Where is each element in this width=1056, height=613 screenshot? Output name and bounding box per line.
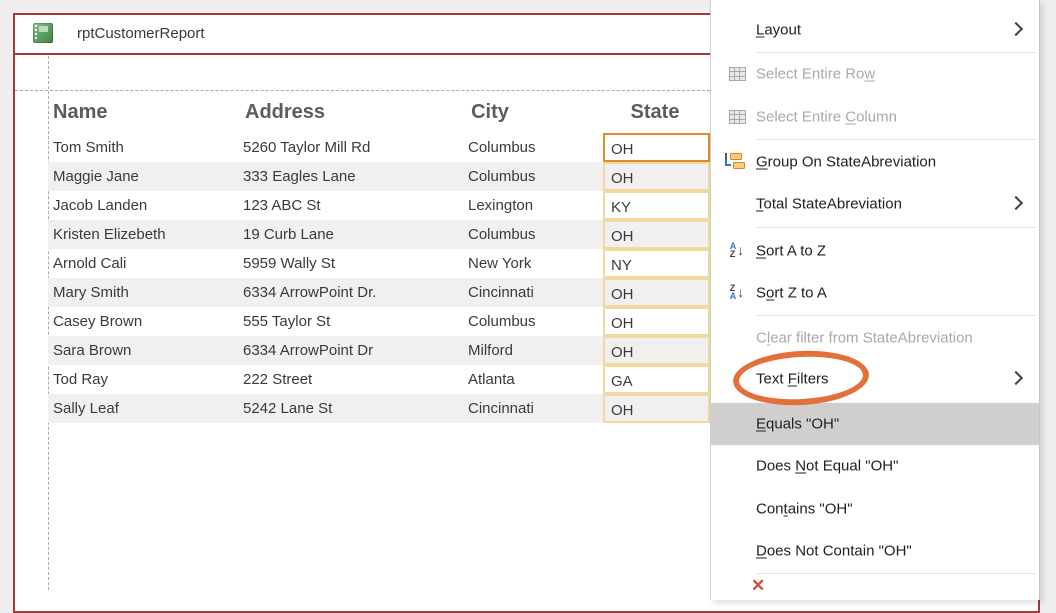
cell-city: Lexington [468, 191, 533, 220]
menu-item-contains-oh[interactable]: Contains "OH" [711, 488, 1039, 530]
table-grid-icon [725, 65, 749, 83]
table-row: Kristen Elizebeth 19 Curb Lane Columbus … [48, 220, 710, 249]
delete-icon[interactable]: ✕ [751, 577, 765, 594]
submenu-arrow-icon [1009, 196, 1023, 210]
table-row: Tom Smith 5260 Taylor Mill Rd Columbus O… [48, 133, 710, 162]
state-cell[interactable]: OH [603, 394, 710, 423]
cell-city: Columbus [468, 133, 536, 162]
report-title: rptCustomerReport [77, 15, 205, 53]
column-header-address[interactable]: Address [245, 94, 325, 130]
table-grid-icon [725, 108, 749, 126]
column-header-state[interactable]: State [603, 94, 707, 130]
menu-separator [756, 139, 1036, 140]
state-cell[interactable]: KY [603, 191, 710, 220]
cell-address: 5959 Wally St [243, 249, 335, 278]
cell-address: 5260 Taylor Mill Rd [243, 133, 370, 162]
cell-name: Sara Brown [53, 336, 131, 365]
table-row: Tod Ray 222 Street Atlanta GA [48, 365, 710, 394]
cell-city: Milford [468, 336, 513, 365]
submenu-arrow-icon [1009, 371, 1023, 385]
menu-separator [756, 315, 1036, 316]
menu-item-layout[interactable]: Layout [711, 10, 1039, 50]
menu-item-equals-oh[interactable]: Equals "OH" [711, 403, 1039, 445]
menu-item-sort-z-to-a[interactable]: ZA↓ Sort Z to A [711, 272, 1039, 314]
cell-address: 222 Street [243, 365, 312, 394]
menu-item-group-on[interactable]: Group On StateAbreviation [711, 141, 1039, 183]
state-cell-selected[interactable]: OH [603, 133, 710, 162]
cell-address: 6334 ArrowPoint Dr. [243, 278, 376, 307]
cell-address: 6334 ArrowPoint Dr [243, 336, 373, 365]
cell-name: Maggie Jane [53, 162, 139, 191]
menu-item-clear-filter: Clear filter from StateAbreviation [711, 317, 1039, 359]
cell-name: Casey Brown [53, 307, 142, 336]
menu-item-does-not-contain-oh[interactable]: Does Not Contain "OH" [711, 530, 1039, 572]
menu-item-total[interactable]: Total StateAbreviation [711, 183, 1039, 225]
menu-separator [756, 573, 1036, 574]
state-cell[interactable]: OH [603, 220, 710, 249]
table-row: Sara Brown 6334 ArrowPoint Dr Milford OH [48, 336, 710, 365]
sort-az-icon: AZ↓ [725, 242, 749, 260]
table-row: Maggie Jane 333 Eagles Lane Columbus OH [48, 162, 710, 191]
sort-za-icon: ZA↓ [725, 284, 749, 302]
cell-address: 123 ABC St [243, 191, 321, 220]
cell-city: Cincinnati [468, 394, 534, 423]
table-row: Jacob Landen 123 ABC St Lexington KY [48, 191, 710, 220]
state-cell[interactable]: OH [603, 162, 710, 191]
column-header-name[interactable]: Name [53, 94, 107, 130]
cell-name: Mary Smith [53, 278, 129, 307]
state-cell[interactable]: OH [603, 307, 710, 336]
table-row: Sally Leaf 5242 Lane St Cincinnati OH [48, 394, 710, 423]
table-row: Mary Smith 6334 ArrowPoint Dr. Cincinnat… [48, 278, 710, 307]
cell-address: 5242 Lane St [243, 394, 332, 423]
column-header-city[interactable]: City [440, 94, 540, 130]
cell-city: Columbus [468, 162, 536, 191]
cell-address: 19 Curb Lane [243, 220, 334, 249]
cell-city: Cincinnati [468, 278, 534, 307]
context-menu: Layout Select Entire Row Select Entire C… [710, 0, 1040, 600]
table-row: Casey Brown 555 Taylor St Columbus OH [48, 307, 710, 336]
report-icon [33, 23, 53, 43]
cell-city: Columbus [468, 220, 536, 249]
state-cell[interactable]: GA [603, 365, 710, 394]
layout-guide-horizontal [15, 90, 710, 91]
cell-city: Columbus [468, 307, 536, 336]
state-cell[interactable]: NY [603, 249, 710, 278]
cell-address: 333 Eagles Lane [243, 162, 356, 191]
menu-item-select-entire-row: Select Entire Row [711, 53, 1039, 95]
group-on-icon [725, 153, 749, 171]
cell-name: Tom Smith [53, 133, 124, 162]
cell-name: Sally Leaf [53, 394, 119, 423]
menu-item-sort-a-to-z[interactable]: AZ↓ Sort A to Z [711, 230, 1039, 272]
state-cell[interactable]: OH [603, 278, 710, 307]
menu-item-does-not-equal-oh[interactable]: Does Not Equal "OH" [711, 445, 1039, 487]
cell-city: Atlanta [468, 365, 515, 394]
cell-name: Jacob Landen [53, 191, 147, 220]
cell-name: Arnold Cali [53, 249, 126, 278]
cell-address: 555 Taylor St [243, 307, 330, 336]
menu-separator [756, 227, 1036, 228]
menu-item-select-entire-column: Select Entire Column [711, 96, 1039, 138]
cell-name: Kristen Elizebeth [53, 220, 166, 249]
state-cell[interactable]: OH [603, 336, 710, 365]
cell-city: New York [468, 249, 531, 278]
submenu-arrow-icon [1009, 22, 1023, 36]
cell-name: Tod Ray [53, 365, 108, 394]
table-row: Arnold Cali 5959 Wally St New York NY [48, 249, 710, 278]
